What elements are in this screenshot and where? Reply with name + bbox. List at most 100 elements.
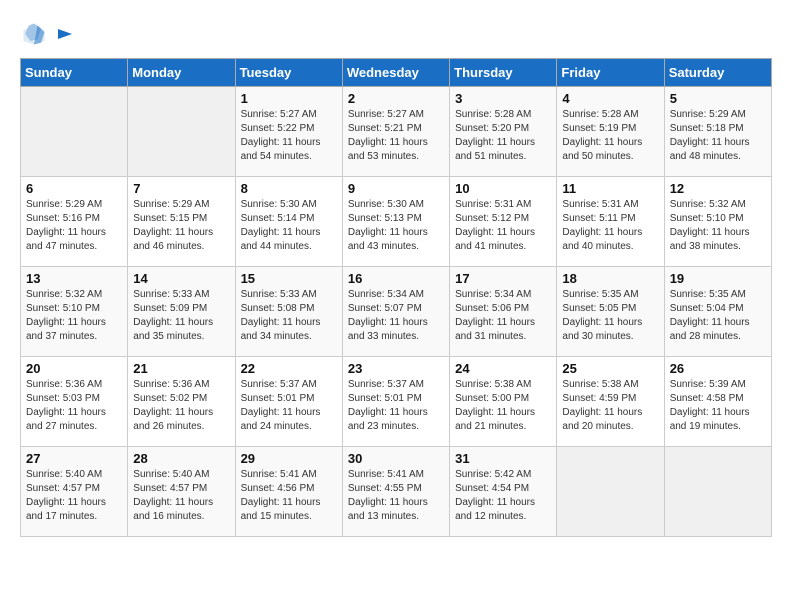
calendar-cell: 5 Sunrise: 5:29 AM Sunset: 5:18 PM Daylig… bbox=[664, 87, 771, 177]
day-of-week-header: Sunday bbox=[21, 59, 128, 87]
day-info: Sunrise: 5:41 AM Sunset: 4:56 PM Dayligh… bbox=[241, 468, 337, 524]
day-number: 17 bbox=[455, 271, 551, 286]
day-info: Sunrise: 5:29 AM Sunset: 5:16 PM Dayligh… bbox=[26, 198, 122, 254]
day-number: 6 bbox=[26, 181, 122, 196]
calendar-cell: 4 Sunrise: 5:28 AM Sunset: 5:19 PM Daylig… bbox=[557, 87, 664, 177]
day-info: Sunrise: 5:28 AM Sunset: 5:20 PM Dayligh… bbox=[455, 108, 551, 164]
calendar-cell: 13 Sunrise: 5:32 AM Sunset: 5:10 PM Dayli… bbox=[21, 267, 128, 357]
day-info: Sunrise: 5:34 AM Sunset: 5:06 PM Dayligh… bbox=[455, 288, 551, 344]
day-info: Sunrise: 5:29 AM Sunset: 5:15 PM Dayligh… bbox=[133, 198, 229, 254]
calendar-cell: 11 Sunrise: 5:31 AM Sunset: 5:11 PM Dayli… bbox=[557, 177, 664, 267]
day-of-week-header: Tuesday bbox=[235, 59, 342, 87]
day-info: Sunrise: 5:29 AM Sunset: 5:18 PM Dayligh… bbox=[670, 108, 766, 164]
calendar-cell: 24Sunrise: 5:38 AM Sunset: 5:00 PM Dayli… bbox=[450, 357, 557, 447]
day-number: 8 bbox=[241, 181, 337, 196]
day-info: Sunrise: 5:33 AM Sunset: 5:08 PM Dayligh… bbox=[241, 288, 337, 344]
day-number: 18 bbox=[562, 271, 658, 286]
page-header bbox=[20, 20, 772, 48]
day-info: Sunrise: 5:42 AM Sunset: 4:54 PM Dayligh… bbox=[455, 468, 551, 524]
day-number: 25 bbox=[562, 361, 658, 376]
day-number: 26 bbox=[670, 361, 766, 376]
day-info: Sunrise: 5:27 AM Sunset: 5:21 PM Dayligh… bbox=[348, 108, 444, 164]
calendar-cell: 2 Sunrise: 5:27 AM Sunset: 5:21 PM Daylig… bbox=[342, 87, 449, 177]
day-number: 23 bbox=[348, 361, 444, 376]
calendar-cell: 3 Sunrise: 5:28 AM Sunset: 5:20 PM Daylig… bbox=[450, 87, 557, 177]
calendar-cell: 29 Sunrise: 5:41 AM Sunset: 4:56 PM Dayli… bbox=[235, 447, 342, 537]
day-number: 4 bbox=[562, 91, 658, 106]
day-number: 20 bbox=[26, 361, 122, 376]
logo bbox=[20, 20, 76, 48]
day-info: Sunrise: 5:37 AM Sunset: 5:01 PM Dayligh… bbox=[348, 378, 444, 434]
day-info: Sunrise: 5:28 AM Sunset: 5:19 PM Dayligh… bbox=[562, 108, 658, 164]
calendar-cell: 22 Sunrise: 5:37 AM Sunset: 5:01 PM Dayli… bbox=[235, 357, 342, 447]
day-number: 21 bbox=[133, 361, 229, 376]
day-number: 29 bbox=[241, 451, 337, 466]
day-number: 27 bbox=[26, 451, 122, 466]
day-info: Sunrise: 5:40 AM Sunset: 4:57 PM Dayligh… bbox=[133, 468, 229, 524]
day-number: 28 bbox=[133, 451, 229, 466]
calendar-cell: 26 Sunrise: 5:39 AM Sunset: 4:58 PM Dayli… bbox=[664, 357, 771, 447]
calendar-cell: 21Sunrise: 5:36 AM Sunset: 5:02 PM Dayli… bbox=[128, 357, 235, 447]
calendar-cell bbox=[128, 87, 235, 177]
calendar-header-row: SundayMondayTuesdayWednesdayThursdayFrid… bbox=[21, 59, 772, 87]
day-number: 3 bbox=[455, 91, 551, 106]
calendar-cell bbox=[664, 447, 771, 537]
day-number: 11 bbox=[562, 181, 658, 196]
day-info: Sunrise: 5:30 AM Sunset: 5:14 PM Dayligh… bbox=[241, 198, 337, 254]
day-info: Sunrise: 5:35 AM Sunset: 5:04 PM Dayligh… bbox=[670, 288, 766, 344]
day-info: Sunrise: 5:36 AM Sunset: 5:03 PM Dayligh… bbox=[26, 378, 122, 434]
day-of-week-header: Thursday bbox=[450, 59, 557, 87]
day-of-week-header: Wednesday bbox=[342, 59, 449, 87]
calendar-cell: 31 Sunrise: 5:42 AM Sunset: 4:54 PM Dayli… bbox=[450, 447, 557, 537]
day-of-week-header: Saturday bbox=[664, 59, 771, 87]
calendar-cell: 30 Sunrise: 5:41 AM Sunset: 4:55 PM Dayli… bbox=[342, 447, 449, 537]
calendar-cell: 18 Sunrise: 5:35 AM Sunset: 5:05 PM Dayli… bbox=[557, 267, 664, 357]
day-number: 2 bbox=[348, 91, 444, 106]
calendar-cell: 1 Sunrise: 5:27 AM Sunset: 5:22 PM Daylig… bbox=[235, 87, 342, 177]
day-number: 22 bbox=[241, 361, 337, 376]
day-of-week-header: Monday bbox=[128, 59, 235, 87]
calendar-cell bbox=[557, 447, 664, 537]
calendar-cell: 23 Sunrise: 5:37 AM Sunset: 5:01 PM Dayli… bbox=[342, 357, 449, 447]
calendar-week-row: 20 Sunrise: 5:36 AM Sunset: 5:03 PM Dayli… bbox=[21, 357, 772, 447]
calendar-cell: 17 Sunrise: 5:34 AM Sunset: 5:06 PM Dayli… bbox=[450, 267, 557, 357]
day-number: 31 bbox=[455, 451, 551, 466]
calendar-cell: 10Sunrise: 5:31 AM Sunset: 5:12 PM Dayli… bbox=[450, 177, 557, 267]
day-of-week-header: Friday bbox=[557, 59, 664, 87]
calendar-cell: 7 Sunrise: 5:29 AM Sunset: 5:15 PM Daylig… bbox=[128, 177, 235, 267]
logo-text bbox=[52, 23, 76, 45]
calendar-cell bbox=[21, 87, 128, 177]
calendar-cell: 25 Sunrise: 5:38 AM Sunset: 4:59 PM Dayli… bbox=[557, 357, 664, 447]
day-info: Sunrise: 5:31 AM Sunset: 5:12 PM Dayligh… bbox=[455, 198, 551, 254]
calendar-cell: 20 Sunrise: 5:36 AM Sunset: 5:03 PM Dayli… bbox=[21, 357, 128, 447]
calendar-cell: 19 Sunrise: 5:35 AM Sunset: 5:04 PM Dayli… bbox=[664, 267, 771, 357]
calendar-week-row: 6 Sunrise: 5:29 AM Sunset: 5:16 PM Daylig… bbox=[21, 177, 772, 267]
calendar-cell: 12Sunrise: 5:32 AM Sunset: 5:10 PM Dayli… bbox=[664, 177, 771, 267]
day-number: 7 bbox=[133, 181, 229, 196]
day-number: 13 bbox=[26, 271, 122, 286]
calendar-cell: 27Sunrise: 5:40 AM Sunset: 4:57 PM Dayli… bbox=[21, 447, 128, 537]
calendar-table: SundayMondayTuesdayWednesdayThursdayFrid… bbox=[20, 58, 772, 537]
day-number: 14 bbox=[133, 271, 229, 286]
day-number: 19 bbox=[670, 271, 766, 286]
day-info: Sunrise: 5:37 AM Sunset: 5:01 PM Dayligh… bbox=[241, 378, 337, 434]
day-number: 1 bbox=[241, 91, 337, 106]
calendar-cell: 16 Sunrise: 5:34 AM Sunset: 5:07 PM Dayli… bbox=[342, 267, 449, 357]
calendar-week-row: 1 Sunrise: 5:27 AM Sunset: 5:22 PM Daylig… bbox=[21, 87, 772, 177]
day-number: 5 bbox=[670, 91, 766, 106]
day-number: 30 bbox=[348, 451, 444, 466]
day-info: Sunrise: 5:34 AM Sunset: 5:07 PM Dayligh… bbox=[348, 288, 444, 344]
day-info: Sunrise: 5:41 AM Sunset: 4:55 PM Dayligh… bbox=[348, 468, 444, 524]
calendar-cell: 9Sunrise: 5:30 AM Sunset: 5:13 PM Daylig… bbox=[342, 177, 449, 267]
day-info: Sunrise: 5:38 AM Sunset: 4:59 PM Dayligh… bbox=[562, 378, 658, 434]
day-info: Sunrise: 5:39 AM Sunset: 4:58 PM Dayligh… bbox=[670, 378, 766, 434]
day-info: Sunrise: 5:32 AM Sunset: 5:10 PM Dayligh… bbox=[26, 288, 122, 344]
calendar-cell: 6 Sunrise: 5:29 AM Sunset: 5:16 PM Daylig… bbox=[21, 177, 128, 267]
day-number: 16 bbox=[348, 271, 444, 286]
day-info: Sunrise: 5:35 AM Sunset: 5:05 PM Dayligh… bbox=[562, 288, 658, 344]
day-number: 15 bbox=[241, 271, 337, 286]
day-info: Sunrise: 5:27 AM Sunset: 5:22 PM Dayligh… bbox=[241, 108, 337, 164]
day-info: Sunrise: 5:38 AM Sunset: 5:00 PM Dayligh… bbox=[455, 378, 551, 434]
day-info: Sunrise: 5:31 AM Sunset: 5:11 PM Dayligh… bbox=[562, 198, 658, 254]
calendar-week-row: 27 Sunrise: 5:40 AM Sunset: 4:57 PM Dayli… bbox=[21, 447, 772, 537]
